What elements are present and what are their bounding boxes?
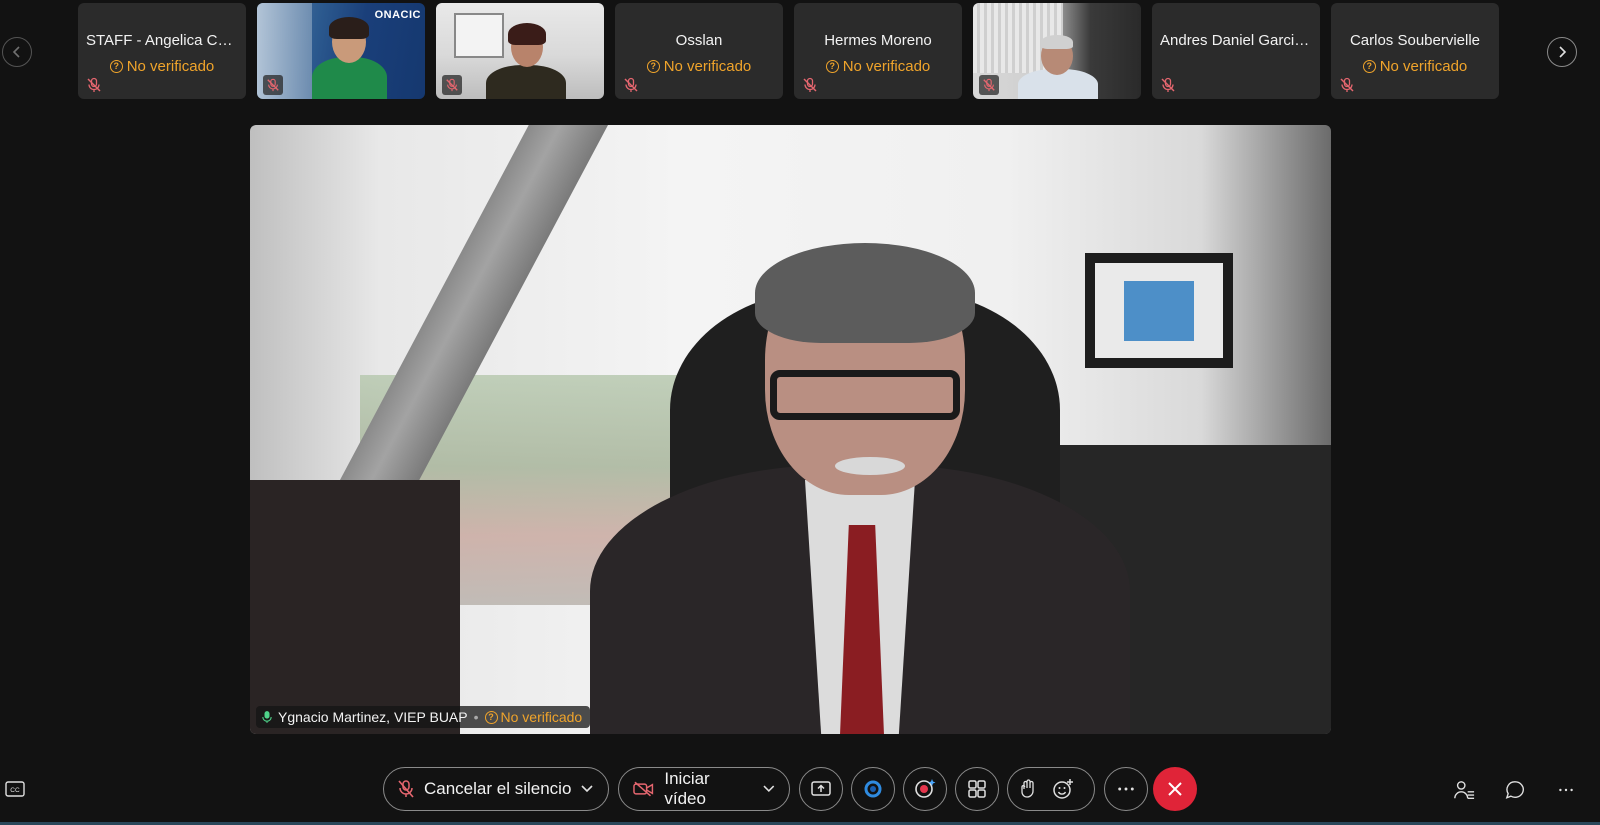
participant-video-tile[interactable] [436,3,604,99]
end-call-button[interactable] [1153,767,1197,811]
layout-button[interactable] [955,767,999,811]
chevron-down-icon [581,785,593,793]
participant-tile[interactable]: Hermes Moreno ? No verificado [794,3,962,99]
participant-name: Hermes Moreno [824,32,932,49]
verification-status: ? No verificado [78,58,246,75]
active-mic-icon [262,711,272,723]
muted-mic-icon [446,78,458,92]
participant-tile[interactable]: Osslan ? No verificado [615,3,783,99]
participant-name: STAFF - Angelica Cort... [86,32,238,49]
more-panels-button[interactable] [1554,778,1578,802]
active-speaker-video[interactable]: Ygnacio Martinez, VIEP BUAP • ? No verif… [250,125,1331,734]
muted-indicator [263,75,283,95]
verification-status: ? No verificado [794,58,962,75]
desk-organizer [250,480,460,734]
participant-name: Andres Daniel Garcia ... [1160,32,1312,49]
apps-button[interactable] [851,767,895,811]
muted-indicator [979,75,999,95]
question-circle-icon: ? [484,710,498,724]
more-options-button[interactable] [1104,767,1148,811]
muted-mic-icon [1161,77,1175,92]
wall-frame [454,13,504,58]
start-video-label: Iniciar vídeo [664,769,710,808]
question-circle-icon: ? [646,60,660,73]
verification-status: ? No verificado [615,58,783,75]
speaker-name-label: Ygnacio Martinez, VIEP BUAP • ? No verif… [256,706,591,728]
participant-tile[interactable]: Carlos Soubervielle ? No verificado [1331,3,1499,99]
participant-tile[interactable]: Andres Daniel Garcia ... [1152,3,1320,99]
end-call-icon [1168,782,1182,796]
chat-panel-button[interactable] [1503,778,1527,802]
start-video-button[interactable]: Iniciar vídeo [618,767,790,811]
picture-frame [1085,253,1233,368]
muted-indicator [442,75,462,95]
question-circle-icon: ? [109,60,123,73]
participant-video-tile[interactable] [973,3,1141,99]
reactions-group[interactable] [1007,767,1095,811]
more-options-icon [1118,787,1134,791]
participant-tile[interactable]: STAFF - Angelica Cort... ? No verificado [78,3,246,99]
record-icon [915,779,936,798]
more-options-icon [1559,788,1573,792]
muted-mic-icon [398,780,414,798]
participant-video [486,65,566,99]
muted-mic-icon [624,77,638,92]
raise-hand-icon [1021,779,1034,798]
question-circle-icon: ? [1362,60,1376,73]
chat-icon [1505,781,1524,799]
muted-mic-icon [267,78,279,92]
separator: • [473,709,479,725]
chevron-right-icon [1559,46,1567,58]
verification-status: ? No verificado [484,709,582,725]
participant-name: Osslan [675,32,723,49]
unmute-button[interactable]: Cancelar el silencio [383,767,609,811]
webex-apps-icon [864,780,882,798]
reactions-icon [1053,779,1073,799]
chevron-left-icon [12,46,20,58]
unmute-label: Cancelar el silencio [424,779,572,798]
question-circle-icon: ? [825,60,839,73]
previous-participants-button[interactable] [2,37,32,67]
verification-status: ? No verificado [1331,58,1499,75]
participants-icon [1454,781,1475,799]
share-screen-icon [811,781,831,796]
muted-mic-icon [87,77,101,92]
muted-mic-icon [803,77,817,92]
video-off-icon [633,781,654,797]
muted-mic-icon [1340,77,1354,92]
speaker-name: Ygnacio Martinez, VIEP BUAP [278,709,468,725]
meeting-controls: Cancelar el silencio Iniciar vídeo [0,767,1600,811]
chevron-down-icon [763,785,775,793]
participant-video-tile[interactable]: ONACIC [257,3,425,99]
record-button[interactable] [903,767,947,811]
speaker-hair [755,243,975,343]
participant-name: Carlos Soubervielle [1349,32,1481,49]
participants-panel-button[interactable] [1452,778,1476,802]
participant-video [312,57,387,99]
share-screen-button[interactable] [799,767,843,811]
muted-mic-icon [983,78,995,92]
layout-grid-icon [968,780,986,798]
conference-logo: ONACIC [374,9,421,21]
next-participants-button[interactable] [1547,37,1577,67]
speaker-mustache [835,457,905,475]
speaker-glasses [770,370,960,420]
